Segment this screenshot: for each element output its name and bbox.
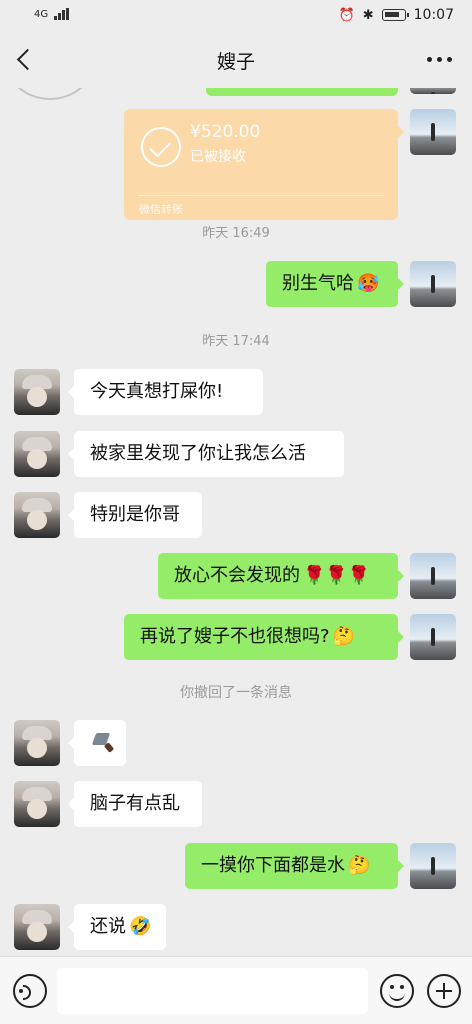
battery-icon: [381, 9, 409, 21]
my-avatar[interactable]: [410, 614, 456, 660]
message-text: 特别是你哥: [90, 504, 180, 525]
my-avatar[interactable]: [410, 261, 456, 307]
emoji: 🥵: [357, 273, 380, 294]
message-text: 再说了嫂子不也很想吗?: [140, 626, 330, 647]
status-bar: 4G ⏰ ✱ 10:07: [0, 0, 472, 32]
outgoing-message[interactable]: 一摸你下面都是水 🤔: [185, 843, 404, 889]
my-avatar[interactable]: [410, 88, 456, 94]
my-avatar[interactable]: [410, 553, 456, 599]
previous-message-edge: [206, 88, 398, 96]
chat-area[interactable]: ¥520.00 已被接收 微信转账 昨天 16:49 别生气哈 🥵 昨天 17:4…: [0, 88, 472, 956]
transfer-status: 已被接收: [190, 149, 246, 165]
emoji-icon[interactable]: [380, 974, 414, 1008]
incoming-message[interactable]: 今天真想打屎你!: [68, 369, 263, 415]
knife-icon: [92, 731, 114, 753]
transfer-label: 微信转账: [139, 203, 183, 216]
voice-icon[interactable]: [13, 974, 47, 1008]
plus-icon[interactable]: [427, 974, 461, 1008]
my-avatar[interactable]: [410, 843, 456, 889]
my-avatar[interactable]: [410, 109, 456, 155]
contact-avatar[interactable]: [14, 904, 60, 950]
incoming-sticker[interactable]: [68, 720, 126, 766]
outgoing-message[interactable]: 再说了嫂子不也很想吗? 🤔: [124, 614, 404, 660]
transfer-amount: ¥520.00: [190, 122, 261, 142]
input-bar: [0, 956, 472, 1024]
message-text: 今天真想打屎你!: [90, 381, 224, 402]
network-type: 4G: [34, 8, 49, 20]
recall-notice: 你撤回了一条消息: [180, 685, 292, 701]
more-options-button[interactable]: [427, 57, 452, 62]
contact-avatar[interactable]: [14, 431, 60, 477]
chat-header: 嫂子: [0, 32, 472, 88]
transfer-card[interactable]: ¥520.00 已被接收 微信转账: [124, 109, 404, 220]
incoming-message[interactable]: 还说 🤣: [68, 904, 166, 950]
message-text: 别生气哈: [282, 273, 354, 294]
emoji: 🤔: [332, 626, 355, 647]
message-input[interactable]: [57, 968, 368, 1014]
message-text: 放心不会发现的: [174, 565, 300, 586]
contact-avatar[interactable]: [14, 781, 60, 827]
message-text: 脑子有点乱: [90, 793, 180, 814]
status-time: 10:07: [413, 7, 454, 23]
outgoing-message[interactable]: 别生气哈 🥵: [266, 261, 404, 307]
incoming-message[interactable]: 脑子有点乱: [68, 781, 202, 827]
bluetooth-icon: ✱: [362, 7, 374, 23]
chat-title: 嫂子: [216, 51, 255, 73]
check-circle-icon: [141, 127, 181, 167]
timestamp: 昨天 16:49: [202, 226, 270, 241]
status-left: 4G: [34, 8, 70, 20]
incoming-message[interactable]: 被家里发现了你让我怎么活: [68, 431, 344, 477]
message-text: 被家里发现了你让我怎么活: [90, 443, 306, 464]
signal-icon: [54, 8, 70, 20]
message-text: 一摸你下面都是水: [201, 855, 345, 876]
emoji: 🤔: [348, 855, 371, 876]
timestamp: 昨天 17:44: [202, 334, 270, 349]
transfer-divider: [138, 195, 384, 196]
contact-avatar[interactable]: [14, 720, 60, 766]
emoji: 🌹🌹🌹: [303, 565, 371, 586]
contact-avatar[interactable]: [14, 492, 60, 538]
message-text: 还说: [90, 916, 126, 937]
alarm-icon: ⏰: [338, 7, 355, 23]
emoji: 🤣: [129, 916, 152, 937]
status-right: ⏰ ✱ 10:07: [339, 7, 454, 23]
contact-avatar[interactable]: [14, 369, 60, 415]
outgoing-message[interactable]: 放心不会发现的 🌹🌹🌹: [158, 553, 404, 599]
incoming-message[interactable]: 特别是你哥: [68, 492, 202, 538]
